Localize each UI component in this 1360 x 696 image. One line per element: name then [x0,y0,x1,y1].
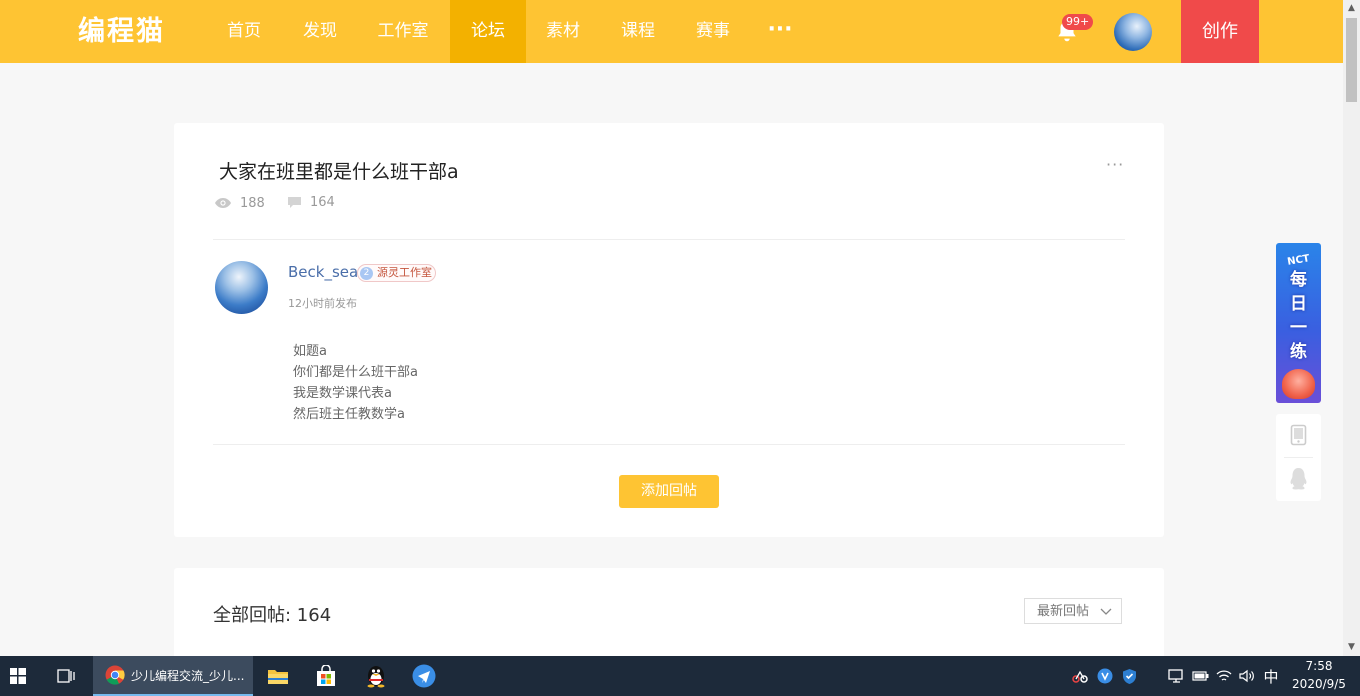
post-title: 大家在班里都是什么班干部a [219,161,459,183]
task-view-button[interactable] [48,656,84,696]
post-time: 12小时前发布 [288,297,357,310]
folder-icon [268,670,288,684]
nav-item-home[interactable]: 首页 [208,0,280,63]
taskbar-chrome-window[interactable]: 少儿编程交流_少儿... [93,656,253,696]
create-button[interactable]: 创作 [1181,0,1259,63]
chrome-window-title: 少儿编程交流_少儿... [131,668,245,683]
post-card: 大家在班里都是什么班干部a ··· 188 164 Beck_sea 2 源灵工… [174,123,1164,537]
user-avatar[interactable] [1114,13,1152,51]
ime-indicator[interactable]: 中 [1260,666,1282,687]
post-content: 如题a 你们都是什么班干部a 我是数学课代表a 然后班主任教数学a [293,341,418,425]
add-reply-button[interactable]: 添加回帖 [619,475,719,508]
taskbar-feishu[interactable] [404,656,444,696]
tray-volume-icon[interactable] [1237,656,1257,696]
nav-item-courses[interactable]: 课程 [602,0,674,63]
task-view-icon [57,669,75,683]
qq-penguin-icon [367,666,385,688]
top-nav-bar: 编程猫 首页 发现 工作室 论坛 素材 课程 赛事 ··· 99+ 创作 [0,0,1343,63]
banner-text: 每 日 一 练 [1276,268,1321,364]
store-icon [317,665,335,686]
mascot-icon [1282,369,1315,399]
tray-security-icon[interactable] [1095,656,1115,696]
taskbar: 少儿编程交流_少儿... 中 7:58 2020/9/5 [0,656,1360,696]
qq-icon[interactable] [1289,467,1308,491]
tray-battery-icon[interactable] [1190,656,1210,696]
tray-network-app-icon[interactable] [1070,656,1090,696]
clock-time[interactable]: 7:58 [1286,659,1352,673]
scroll-thumb[interactable] [1346,18,1357,102]
daily-practice-banner[interactable]: NCT 每 日 一 练 [1276,243,1321,403]
studio-level-icon: 2 [360,266,373,280]
content-line: 然后班主任教数学a [293,407,405,422]
post-more-options-icon[interactable]: ··· [1106,155,1124,174]
nav-item-materials[interactable]: 素材 [527,0,599,63]
content-line: 如题a [293,344,327,359]
nav-item-discover[interactable]: 发现 [284,0,356,63]
banner-char: 日 [1290,294,1307,314]
banner-char: 练 [1290,342,1307,362]
banner-char: 一 [1290,318,1307,338]
studio-badge[interactable]: 2 源灵工作室 [357,264,436,282]
comment-icon [287,197,301,208]
tray-shield-icon[interactable] [1119,656,1139,696]
content-line: 我是数学课代表a [293,386,392,401]
nav-item-events[interactable]: 赛事 [677,0,749,63]
view-count-value: 188 [240,195,265,211]
notification-badge: 99+ [1062,14,1094,30]
nav-item-forum[interactable]: 论坛 [450,0,526,63]
taskbar-qq[interactable] [356,656,396,696]
comment-count-value: 164 [309,195,335,210]
scroll-down-arrow-icon[interactable]: ▼ [1343,639,1360,656]
eye-icon [215,198,231,208]
divider [213,444,1125,445]
divider [213,239,1125,240]
nav-item-studio[interactable]: 工作室 [362,0,444,63]
banner-char: 每 [1290,270,1307,290]
post-stats: 188 164 [214,195,353,213]
sort-dropdown[interactable]: 最新回帖 [1024,598,1122,624]
author-avatar[interactable] [215,261,268,314]
taskbar-explorer[interactable] [258,656,298,696]
tray-wifi-icon[interactable] [1214,656,1234,696]
page-scrollbar[interactable]: ▲ ▼ [1343,0,1360,656]
sort-selected-value: 最新回帖 [1037,604,1090,619]
comment-count: 164 [287,195,335,210]
author-name[interactable]: Beck_sea [288,263,358,281]
replies-card: 全部回帖: 164 最新回帖 [174,568,1164,668]
nav-more-button[interactable]: ··· [764,0,796,63]
taskbar-store[interactable] [306,656,346,696]
view-count: 188 [214,196,265,211]
scroll-up-arrow-icon[interactable]: ▲ [1343,0,1360,17]
chrome-icon [105,665,125,685]
logo[interactable]: 编程猫 [78,12,165,52]
phone-icon[interactable] [1290,424,1307,446]
studio-name: 源灵工作室 [377,266,432,279]
start-button[interactable] [0,656,36,696]
windows-icon [10,668,26,684]
divider [1284,457,1313,458]
chevron-down-icon [1100,608,1112,615]
tray-monitor-icon[interactable] [1166,656,1186,696]
replies-title: 全部回帖: 164 [213,605,332,626]
paper-plane-icon [412,664,436,688]
side-tools [1276,414,1321,501]
clock-date[interactable]: 2020/9/5 [1286,677,1352,691]
content-line: 你们都是什么班干部a [293,365,418,380]
